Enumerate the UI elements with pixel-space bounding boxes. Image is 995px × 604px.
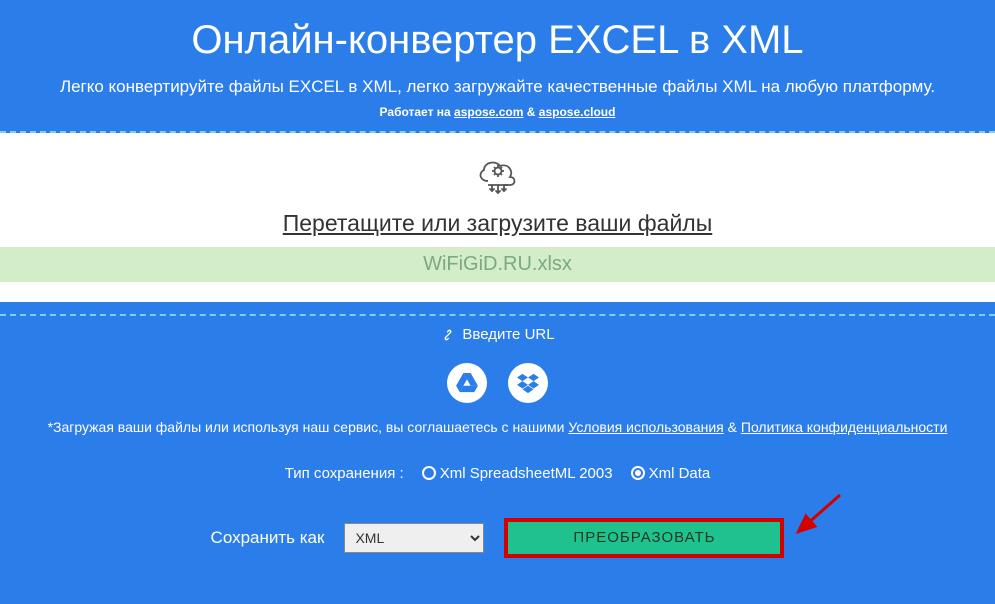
enter-url-label: Введите URL [462, 326, 554, 343]
enter-url-link[interactable]: Введите URL [440, 326, 554, 343]
powered-by: Работает на aspose.com & aspose.cloud [0, 105, 995, 119]
radio-xmldata-label: Xml Data [649, 465, 711, 482]
dropzone-prompt: Перетащите или загрузите ваши файлы [0, 210, 995, 247]
powered-prefix: Работает на [380, 105, 455, 119]
format-select[interactable]: XML [344, 523, 484, 553]
powered-amp: & [527, 105, 539, 119]
separator-bottom [0, 314, 995, 316]
dropbox-icon [517, 373, 539, 393]
save-type-label: Тип сохранения : [285, 465, 404, 482]
radio-spreadsheetml[interactable]: Xml SpreadsheetML 2003 [422, 465, 613, 482]
google-drive-button[interactable] [447, 363, 487, 403]
uploaded-file-row[interactable]: WiFiGiD.RU.xlsx [0, 247, 995, 282]
page-subtitle: Легко конвертируйте файлы EXCEL в XML, л… [0, 77, 995, 97]
google-drive-icon [456, 373, 478, 393]
terms-link[interactable]: Условия использования [568, 419, 723, 435]
dropbox-button[interactable] [508, 363, 548, 403]
dropzone-footer-strip [0, 282, 995, 302]
privacy-link[interactable]: Политика конфиденциальности [741, 419, 948, 435]
link-icon [440, 327, 456, 343]
convert-button[interactable]: ПРЕОБРАЗОВАТЬ [504, 518, 784, 558]
aspose-cloud-link[interactable]: aspose.cloud [539, 105, 616, 119]
radio-icon-checked [631, 466, 645, 480]
legal-prefix: *Загружая ваши файлы или используя наш с… [48, 419, 569, 435]
cloud-upload-icon [474, 155, 522, 200]
radio-spreadsheetml-label: Xml SpreadsheetML 2003 [440, 465, 613, 482]
save-as-label: Сохранить как [211, 528, 325, 548]
page-title: Онлайн-конвертер EXCEL в XML [0, 0, 995, 63]
aspose-com-link[interactable]: aspose.com [454, 105, 523, 119]
legal-notice: *Загружая ваши файлы или используя наш с… [0, 419, 995, 435]
legal-amp: & [728, 419, 741, 435]
file-dropzone[interactable]: Перетащите или загрузите ваши файлы [0, 133, 995, 247]
radio-icon-unchecked [422, 466, 436, 480]
radio-xmldata[interactable]: Xml Data [631, 465, 711, 482]
